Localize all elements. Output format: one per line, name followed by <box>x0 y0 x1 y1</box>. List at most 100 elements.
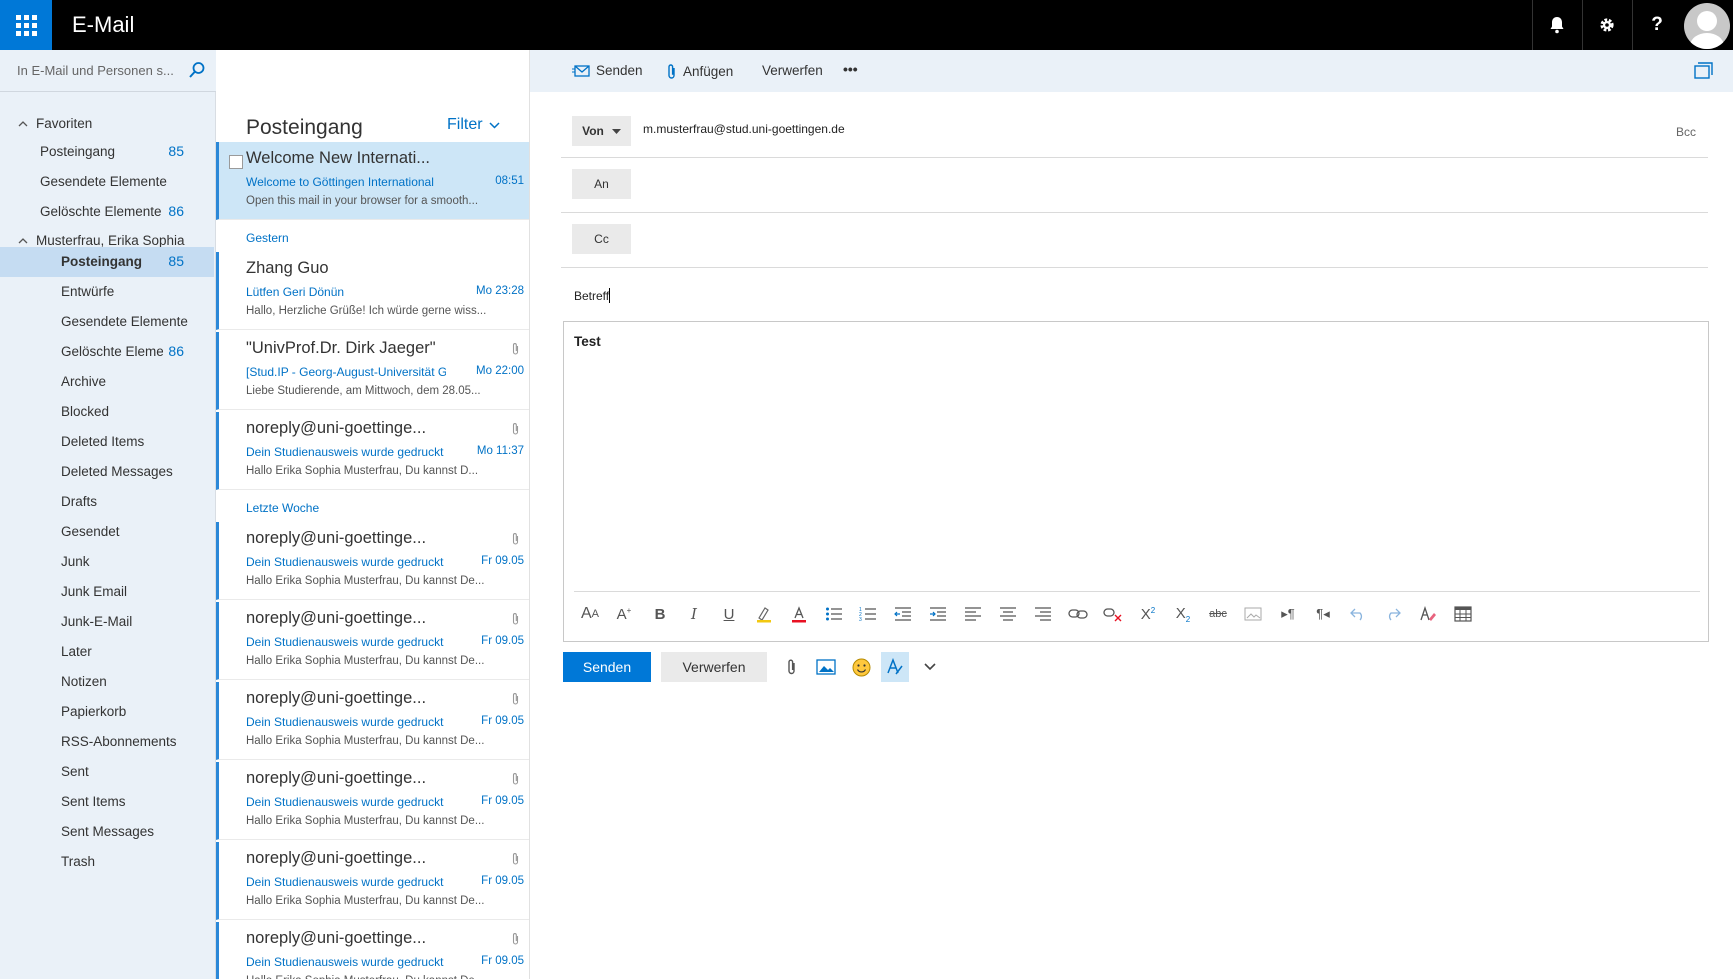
message-item[interactable]: noreply@uni-goettinge... Dein Studienausw… <box>216 842 529 920</box>
folder-label: Sent Items <box>61 794 126 809</box>
message-item[interactable]: Zhang Guo Lütfen Geri Dönün Mo 23:28 Hallo,… <box>216 252 529 330</box>
favorite-item-gesendete-elemente[interactable]: Gesendete Elemente <box>0 167 214 197</box>
settings-button[interactable] <box>1582 0 1631 50</box>
message-item[interactable]: noreply@uni-goettinge... Dein Studienausw… <box>216 762 529 840</box>
bold-icon[interactable]: B <box>646 602 674 626</box>
insert-image-inline-icon[interactable] <box>1239 602 1267 626</box>
app-title: E-Mail <box>72 12 135 37</box>
grow-font-icon[interactable]: A+ <box>610 602 638 626</box>
favorite-item-posteingang[interactable]: Posteingang 85 <box>0 137 214 167</box>
folder-item[interactable]: Trash <box>0 847 214 877</box>
ltr-icon[interactable]: ▸¶ <box>1274 602 1302 626</box>
discard-button[interactable]: Verwerfen <box>661 652 767 682</box>
folder-item[interactable]: Entwürfe <box>0 277 214 307</box>
formatting-toggle-button[interactable] <box>881 652 909 682</box>
app-launcher-button[interactable] <box>0 0 52 50</box>
message-item[interactable]: noreply@uni-goettinge... Dein Studienausw… <box>216 602 529 680</box>
message-item[interactable]: noreply@uni-goettinge... Dein Studienausw… <box>216 922 529 979</box>
message-time: 08:51 <box>495 175 524 187</box>
strikethrough-icon[interactable]: abc <box>1204 602 1232 626</box>
insert-picture-button[interactable] <box>812 652 840 682</box>
folder-label: Trash <box>61 854 96 869</box>
remove-link-icon[interactable] <box>1099 602 1127 626</box>
folder-item[interactable]: Sent <box>0 757 214 787</box>
emoji-button[interactable] <box>847 652 875 682</box>
folder-item[interactable]: Gesendet <box>0 517 214 547</box>
avatar[interactable] <box>1684 3 1730 49</box>
numbered-list-icon[interactable]: 123 <box>854 602 882 626</box>
insert-link-icon[interactable] <box>1064 602 1092 626</box>
message-item[interactable]: "UnivProf.Dr. Dirk Jaeger" [Stud.IP - Geo… <box>216 332 529 410</box>
folder-label: Drafts <box>61 494 98 509</box>
cc-button[interactable]: Cc <box>572 224 631 254</box>
folder-label: Junk Email <box>61 584 128 599</box>
chevron-down-icon <box>489 121 500 129</box>
increase-indent-icon[interactable] <box>924 602 952 626</box>
folder-item[interactable]: Papierkorb <box>0 697 214 727</box>
folder-item[interactable]: Sent Items <box>0 787 214 817</box>
folder-item[interactable]: Deleted Items <box>0 427 214 457</box>
search-input[interactable]: In E-Mail und Personen s... <box>0 50 216 92</box>
select-checkbox[interactable] <box>229 155 243 169</box>
bullet-list-icon[interactable] <box>820 602 848 626</box>
rtl-icon[interactable]: ¶◂ <box>1309 602 1337 626</box>
folder-item[interactable]: Sent Messages <box>0 817 214 847</box>
message-item[interactable]: noreply@uni-goettinge... Dein Studienausw… <box>216 682 529 760</box>
folder-item[interactable]: Archive <box>0 367 214 397</box>
favorites-group-toggle[interactable]: Favoriten <box>18 116 92 131</box>
folder-item[interactable]: Gesendete Elemente <box>0 307 214 337</box>
folder-item[interactable]: Later <box>0 637 214 667</box>
message-body-editor[interactable]: Test AA A+ B I U 123 X2 X2 abc ▸¶ ¶◂ <box>563 321 1709 642</box>
superscript-icon[interactable]: X2 <box>1134 602 1162 626</box>
insert-table-icon[interactable] <box>1449 602 1477 626</box>
bcc-link[interactable]: Bcc <box>1676 125 1696 139</box>
message-item[interactable]: noreply@uni-goettinge... Dein Studienausw… <box>216 522 529 600</box>
undo-icon[interactable] <box>1344 602 1372 626</box>
folder-item[interactable]: Deleted Messages <box>0 457 214 487</box>
folder-item[interactable]: Posteingang 85 <box>0 247 214 277</box>
toolbar-discard-button[interactable]: Verwerfen <box>762 63 823 78</box>
font-color-icon[interactable] <box>785 602 813 626</box>
align-left-icon[interactable] <box>959 602 987 626</box>
folder-item[interactable]: Junk <box>0 547 214 577</box>
font-size-icon[interactable]: AA <box>576 602 604 626</box>
subscript-icon[interactable]: X2 <box>1169 602 1197 626</box>
account-group-toggle[interactable]: Musterfrau, Erika Sophia <box>18 233 185 248</box>
align-right-icon[interactable] <box>1029 602 1057 626</box>
send-button[interactable]: Senden <box>563 652 651 682</box>
filter-button[interactable]: Filter <box>447 116 500 134</box>
attach-button[interactable] <box>778 652 806 682</box>
highlight-icon[interactable] <box>750 602 778 626</box>
help-button[interactable]: ? <box>1632 0 1681 50</box>
align-center-icon[interactable] <box>994 602 1022 626</box>
section-header-last-week: Letzte Woche <box>246 501 320 515</box>
folder-item[interactable]: Junk-E-Mail <box>0 607 214 637</box>
message-item[interactable]: Welcome New Internati... Welcome to Götti… <box>216 142 529 220</box>
notifications-button[interactable] <box>1532 0 1581 50</box>
from-button[interactable]: Von <box>572 116 631 146</box>
decrease-indent-icon[interactable] <box>889 602 917 626</box>
more-compose-options-button[interactable] <box>916 652 944 682</box>
folder-item[interactable]: Blocked <box>0 397 214 427</box>
folder-item[interactable]: RSS-Abonnements <box>0 727 214 757</box>
toolbar-send-button[interactable]: Senden <box>572 63 643 78</box>
popout-button[interactable] <box>1694 62 1713 84</box>
redo-icon[interactable] <box>1379 602 1407 626</box>
more-options-button[interactable]: ••• <box>843 61 858 77</box>
popout-icon <box>1694 62 1713 79</box>
search-icon[interactable] <box>188 61 206 79</box>
to-button[interactable]: An <box>572 169 631 199</box>
folder-item[interactable]: Drafts <box>0 487 214 517</box>
italic-icon[interactable]: I <box>680 602 708 626</box>
subject-field[interactable]: Betreff <box>574 288 611 303</box>
underline-icon[interactable]: U <box>715 602 743 626</box>
send-icon <box>572 64 590 77</box>
folder-item[interactable]: Junk Email <box>0 577 214 607</box>
clear-formatting-icon[interactable] <box>1414 602 1442 626</box>
folder-item[interactable]: Notizen <box>0 667 214 697</box>
favorite-item-geloeschte-elemente[interactable]: Gelöschte Elemente 86 <box>0 197 214 227</box>
subject-row[interactable]: Betreff <box>561 268 1708 314</box>
toolbar-attach-button[interactable]: Anfügen <box>667 63 733 80</box>
folder-item[interactable]: Gelöschte Elemente 86 <box>0 337 214 367</box>
message-item[interactable]: noreply@uni-goettinge... Dein Studienausw… <box>216 412 529 490</box>
